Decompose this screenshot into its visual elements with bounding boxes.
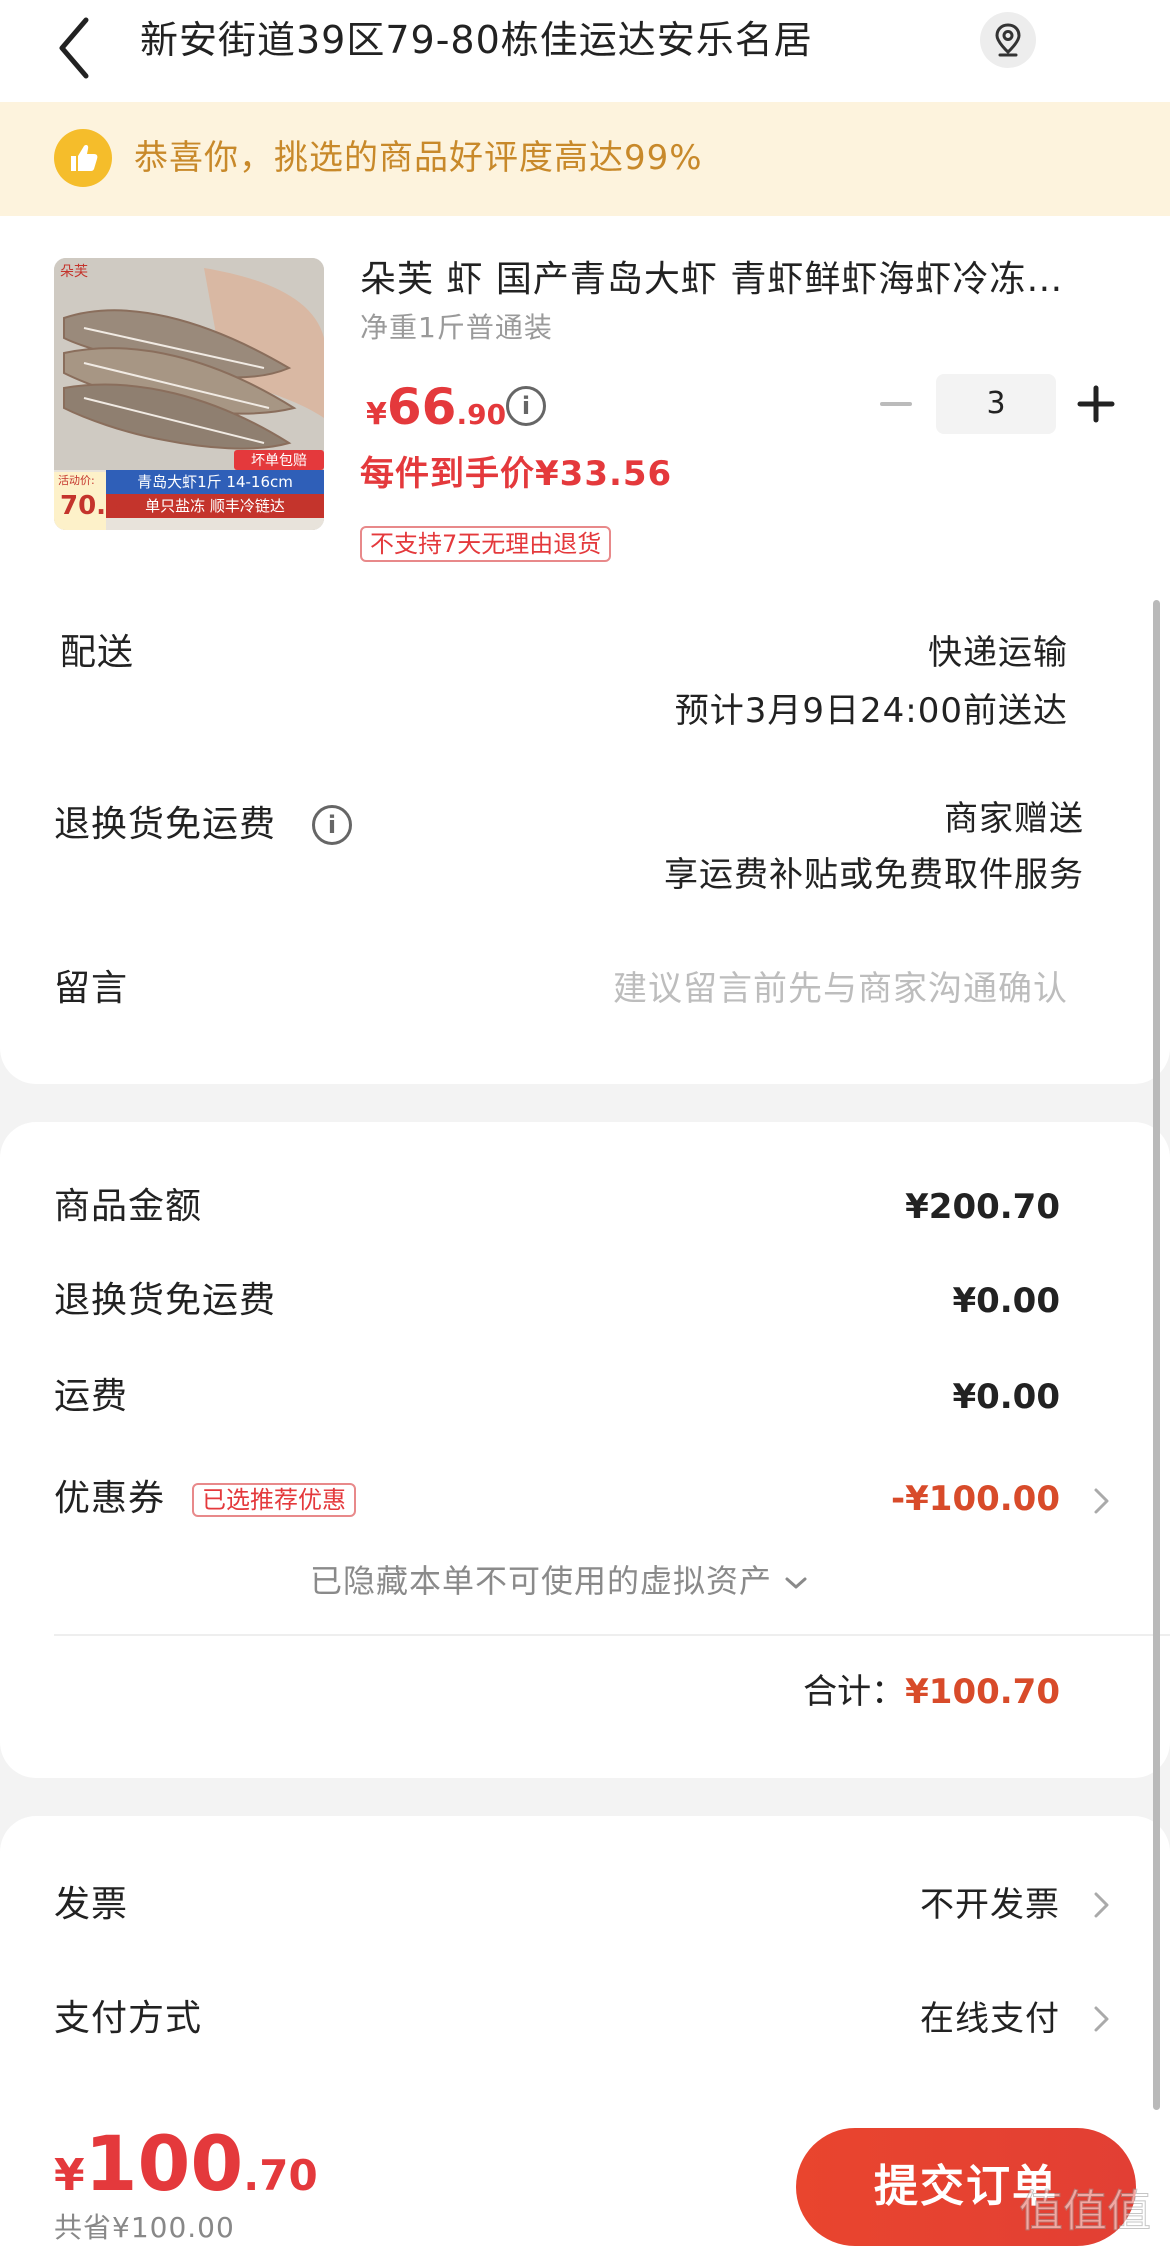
delivery-label: 配送 — [60, 632, 135, 673]
hidden-assets-text: 已隐藏本单不可使用的虚拟资产 — [310, 1562, 773, 1600]
product-spec: 净重1斤普通装 — [360, 311, 553, 344]
return-shipping-label: 退换货免运费 — [54, 804, 277, 845]
quantity-increase-button[interactable] — [1074, 380, 1118, 428]
pack-band-label: 单只盐冻 顺丰冷链达 — [145, 497, 285, 515]
location-button[interactable] — [980, 12, 1036, 68]
return-fee-amount: ¥0.00 — [952, 1281, 1060, 1321]
product-image[interactable]: 坏单包赔 青岛大虾1斤 14-16cm 单只盐冻 顺丰冷链达 活动价: 70.3… — [54, 258, 324, 530]
bottom-price-decimal: .70 — [243, 2151, 318, 2200]
payment-label: 支付方式 — [54, 1998, 203, 2039]
bottom-price-integer: 100 — [84, 2119, 244, 2208]
quantity-decrease-button[interactable] — [876, 384, 916, 424]
return-shipping-desc: 享运费补贴或免费取件服务 — [664, 855, 1084, 895]
bottom-price-currency: ¥ — [54, 2150, 85, 2201]
promo-price: 70.3 — [60, 491, 124, 521]
thumbs-up-icon — [54, 129, 112, 187]
minus-icon — [880, 402, 912, 406]
watermark: 值值值 — [1010, 2166, 1160, 2256]
back-button[interactable] — [52, 8, 112, 88]
summary-divider — [54, 1634, 1170, 1636]
chevron-down-icon — [785, 1577, 807, 1589]
price-integer: 66 — [386, 378, 457, 436]
coupon-tag: 已选推荐优惠 — [192, 1483, 356, 1517]
shipping-fee-amount: ¥0.00 — [952, 1377, 1060, 1417]
rating-banner-text: 恭喜你，挑选的商品好评度高达99% — [134, 138, 703, 178]
brand-label: 朵芙 — [60, 263, 88, 280]
payment-chevron-icon[interactable] — [1090, 2002, 1114, 2036]
total-amount: ¥100.70 — [905, 1672, 1060, 1712]
payment-value[interactable]: 在线支付 — [700, 1992, 1060, 2046]
each-item-price: 每件到手价¥33.56 — [360, 454, 673, 494]
svg-text:值值值: 值值值 — [1019, 2186, 1151, 2237]
return-shipping-info-icon[interactable]: i — [312, 805, 352, 845]
delivery-eta: 预计3月9日24:00前送达 — [674, 691, 1068, 731]
hidden-assets-toggle[interactable]: 已隐藏本单不可使用的虚拟资产 — [310, 1556, 809, 1606]
plus-icon — [1077, 385, 1115, 423]
bottom-total-price: ¥100.70 — [54, 2116, 318, 2212]
message-input[interactable]: 建议留言前先与商家沟通确认 — [460, 962, 1068, 1016]
quantity-value[interactable]: 3 — [936, 374, 1056, 434]
return-fee-label: 退换货免运费 — [54, 1280, 277, 1321]
price-currency: ¥ — [366, 397, 387, 432]
product-title[interactable]: 朵芙 虾 国产青岛大虾 青虾鲜虾海虾冷冻… — [360, 252, 1120, 308]
promo-label: 活动价: — [58, 474, 95, 487]
free-shipping-label: 坏单包赔 — [251, 453, 307, 469]
spec-band-label: 青岛大虾1斤 14-16cm — [137, 473, 293, 491]
total-label: 合计： — [803, 1672, 906, 1712]
coupon-label: 优惠券 — [54, 1478, 166, 1519]
delivery-address[interactable]: 新安街道39区79-80栋佳运达安乐名居 — [140, 0, 980, 80]
price-decimal: .90 — [456, 398, 507, 431]
shipping-fee-label: 运费 — [54, 1376, 129, 1417]
return-shipping-value: 商家赠送 — [944, 799, 1084, 839]
coupon-amount[interactable]: -¥100.00 — [700, 1472, 1060, 1526]
scrollbar[interactable] — [1153, 600, 1160, 2110]
price-info-icon[interactable]: i — [506, 386, 546, 426]
no-return-tag: 不支持7天无理由退货 — [360, 526, 612, 562]
total-row: 合计：¥100.70 — [600, 1664, 1060, 1720]
location-pin-icon — [995, 23, 1021, 57]
goods-amount-label: 商品金额 — [54, 1186, 203, 1227]
invoice-payment-card — [0, 1816, 1170, 2136]
delivery-method[interactable]: 快递运输 — [560, 626, 1068, 680]
message-label: 留言 — [54, 968, 129, 1009]
invoice-value[interactable]: 不开发票 — [700, 1878, 1060, 1932]
coupon-chevron-icon[interactable] — [1090, 1484, 1114, 1518]
invoice-chevron-icon[interactable] — [1090, 1888, 1114, 1922]
saved-amount: 共省¥100.00 — [54, 2211, 235, 2244]
goods-amount: ¥200.70 — [905, 1187, 1060, 1227]
back-arrow-icon — [59, 17, 89, 79]
unit-price: ¥66.90 — [366, 372, 506, 442]
invoice-label: 发票 — [54, 1884, 129, 1925]
